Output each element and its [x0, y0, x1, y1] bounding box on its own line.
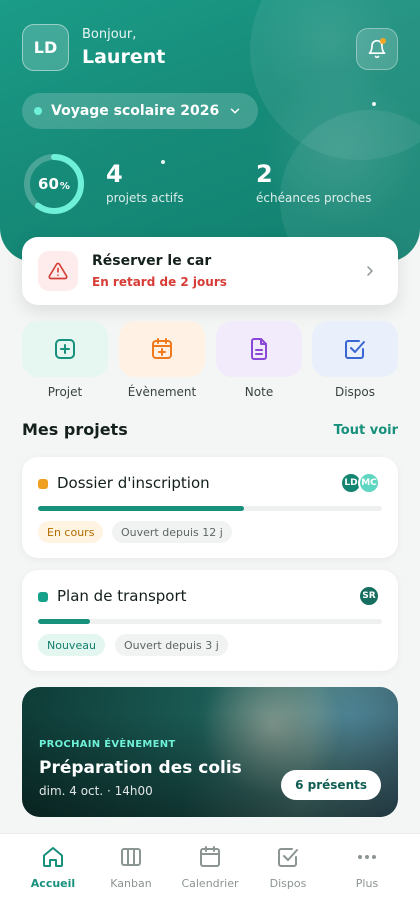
plus-square-icon [55, 339, 75, 359]
quick-action-event[interactable] [119, 321, 205, 377]
calendar-plus-icon [152, 338, 172, 359]
status-badge: En cours [38, 521, 104, 543]
tab-kanban[interactable]: Kanban [93, 844, 169, 890]
document-icon [251, 338, 267, 360]
project-progress-bar [38, 506, 382, 511]
warning-icon [48, 262, 68, 280]
alert-title: Réserver le car [92, 253, 212, 269]
chevron-right-icon [367, 266, 373, 276]
member-avatar: MC [358, 472, 380, 494]
avatar[interactable]: LD [22, 24, 69, 71]
project-progress-fill [38, 619, 90, 624]
quick-action-note[interactable] [216, 321, 302, 377]
tab-calendar[interactable]: Calendrier [172, 844, 248, 890]
trip-status-dot [34, 107, 42, 115]
checkbox-icon [345, 340, 365, 359]
project-title: Dossier d'inscription [57, 474, 210, 492]
tab-label: Calendrier [181, 877, 239, 890]
stat-active-projects-value: 4 [106, 160, 123, 188]
project-title: Plan de transport [57, 587, 187, 605]
tab-label: Dispos [269, 877, 307, 890]
opened-badge: Ouvert depuis 12 j [112, 521, 232, 543]
calendar-icon [200, 846, 220, 867]
decoration-dot [161, 160, 165, 164]
chevron-down-icon [230, 108, 240, 114]
user-name: Laurent [82, 46, 166, 68]
quick-action-label: Note [244, 385, 274, 399]
status-badge: Nouveau [38, 634, 105, 656]
tab-label: Accueil [30, 877, 76, 890]
event-date: dim. 4 oct. · 14h00 [39, 784, 153, 798]
progress-value: 60 [38, 175, 59, 193]
stat-deadlines-value: 2 [256, 160, 273, 188]
section-title: Mes projets [22, 420, 128, 439]
stat-deadlines-label: échéances proches [256, 191, 372, 205]
tab-availability[interactable]: Dispos [250, 844, 326, 890]
project-card[interactable]: Plan de transport SR Nouveau Ouvert depu… [22, 570, 398, 671]
tab-more[interactable]: Plus [329, 844, 405, 890]
notifications-button[interactable] [356, 28, 398, 70]
next-event-card[interactable]: PROCHAIN ÉVÈNEMENT Préparation des colis… [22, 687, 398, 817]
checkbox-icon [278, 848, 298, 867]
attendees-button[interactable]: 6 présents [281, 770, 381, 800]
bottom-tab-bar: Accueil Kanban Calendrier Dispos Plus [0, 833, 420, 909]
quick-action-label: Dispos [334, 385, 376, 399]
quick-action-availability[interactable] [312, 321, 398, 377]
quick-action-label: Évènement [127, 385, 197, 399]
progress-unit: % [59, 180, 70, 192]
event-title: Préparation des colis [39, 758, 242, 778]
decoration-dot [372, 102, 376, 106]
quick-action-project[interactable] [22, 321, 108, 377]
member-avatar: SR [358, 585, 380, 607]
home-icon [43, 847, 63, 867]
alert-icon-box [38, 251, 78, 291]
trip-selector[interactable]: Voyage scolaire 2026 [22, 93, 259, 129]
tab-label: Plus [355, 877, 379, 890]
progress-ring-label: 60% [22, 152, 86, 216]
stat-active-projects-label: projets actifs [106, 191, 184, 205]
project-status-dot [38, 479, 48, 489]
trip-selector-label: Voyage scolaire 2026 [51, 103, 220, 119]
overdue-task-card[interactable]: Réserver le car En retard de 2 jours [22, 237, 398, 305]
tab-home[interactable]: Accueil [15, 844, 91, 890]
notification-dot [380, 38, 386, 44]
see-all-link[interactable]: Tout voir [334, 423, 398, 438]
quick-action-label: Projet [47, 385, 83, 399]
tab-label: Kanban [110, 877, 152, 890]
project-progress-fill [38, 506, 245, 511]
opened-badge: Ouvert depuis 3 j [115, 634, 228, 656]
more-icon [358, 855, 376, 859]
event-kicker: PROCHAIN ÉVÈNEMENT [39, 739, 176, 750]
project-status-dot [38, 592, 48, 602]
alert-subtitle: En retard de 2 jours [92, 275, 227, 289]
kanban-icon [121, 848, 141, 866]
project-card[interactable]: Dossier d'inscription LD MC En cours Ouv… [22, 457, 398, 558]
greeting-text: Bonjour, [82, 27, 137, 42]
project-progress-bar [38, 619, 382, 624]
